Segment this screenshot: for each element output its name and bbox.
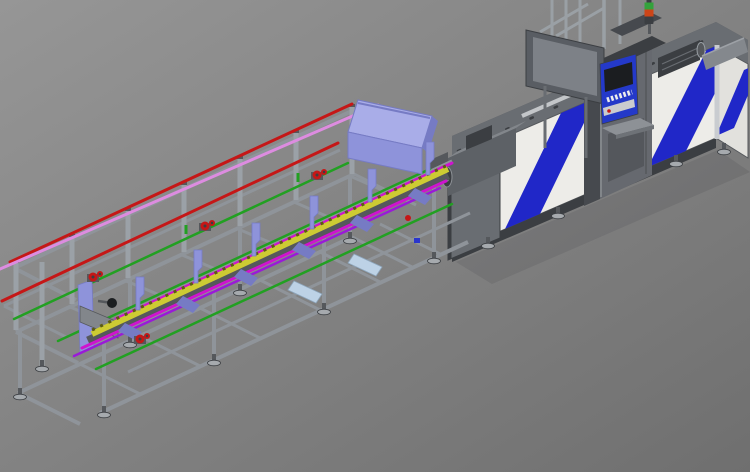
signal-lamp-red — [645, 10, 654, 17]
machine-render — [0, 0, 750, 472]
leveling-foot-pad — [36, 366, 49, 372]
leveling-foot-pad — [428, 258, 441, 264]
clamp-hub — [92, 276, 95, 279]
leveling-foot-pad — [344, 238, 357, 244]
clamp-hub — [146, 335, 148, 337]
clamp-hub — [99, 273, 101, 275]
leveling-foot-pad — [318, 309, 331, 315]
leveling-foot-pad — [552, 213, 565, 219]
leveling-foot-pad — [14, 394, 27, 400]
signal-lamp-green — [645, 3, 654, 10]
cad-viewport — [0, 0, 750, 472]
signal-base — [645, 17, 654, 25]
leveling-foot-pad — [670, 161, 683, 167]
guide-roller-black — [107, 298, 117, 308]
leveling-foot-pad — [718, 149, 731, 155]
clamp-hub — [204, 225, 207, 228]
leveling-foot-pad — [482, 243, 495, 249]
clamp-hub — [211, 222, 213, 224]
clamp-hub — [316, 174, 319, 177]
clamp-hub — [139, 338, 142, 341]
leveling-foot-pad — [234, 290, 247, 296]
signal-cap — [647, 0, 652, 3]
hmi-estop-button — [607, 109, 611, 113]
leveling-foot-pad — [208, 360, 221, 366]
stop-block-blue — [414, 238, 420, 243]
leveling-foot-pad — [98, 412, 111, 418]
clamp-hub — [323, 171, 325, 173]
stop-roller-red — [405, 215, 411, 221]
signal-pole — [648, 24, 651, 34]
